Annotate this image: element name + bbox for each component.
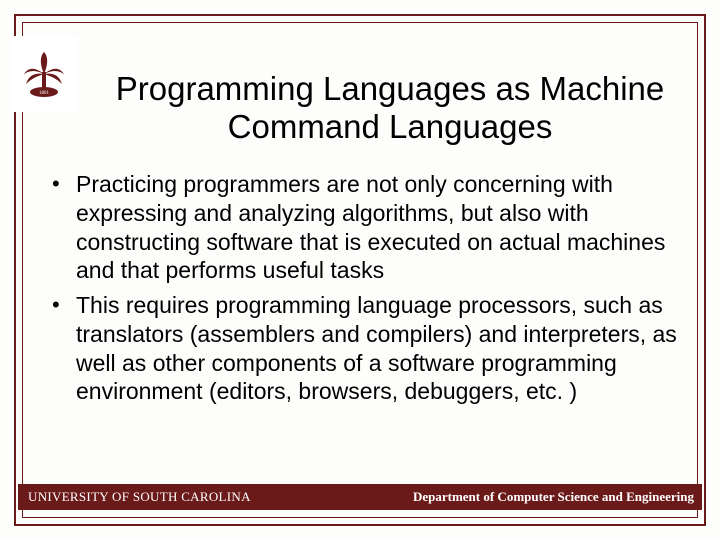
slide-title: Programming Languages as Machine Command…: [90, 70, 690, 146]
svg-text:1801: 1801: [39, 91, 50, 96]
list-item: This requires programming language proce…: [48, 291, 678, 406]
bullet-list: Practicing programmers are not only conc…: [48, 170, 678, 412]
footer-department: Department of Computer Science and Engin…: [413, 489, 694, 505]
list-item: Practicing programmers are not only conc…: [48, 170, 678, 285]
footer-university: UNIVERSITY OF SOUTH CAROLINA: [28, 489, 251, 505]
university-logo: 1801: [10, 36, 78, 112]
palmetto-tree-icon: 1801: [16, 46, 72, 102]
footer-bar: UNIVERSITY OF SOUTH CAROLINA Department …: [18, 484, 702, 510]
